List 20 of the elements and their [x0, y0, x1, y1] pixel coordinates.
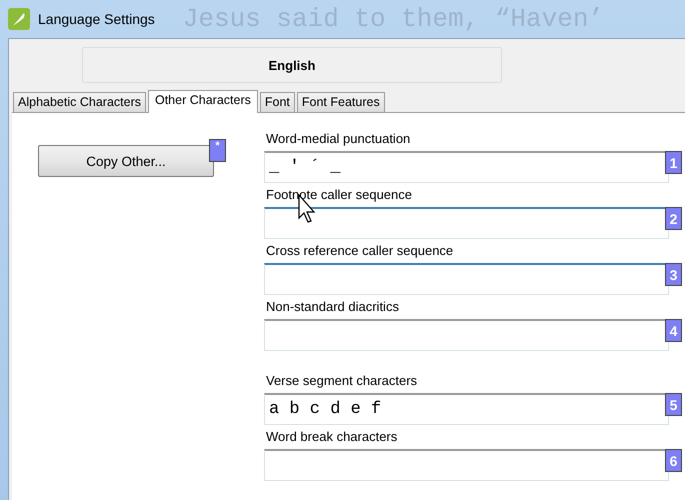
input-field[interactable]: a b c d e f	[264, 393, 669, 425]
field-label: Word break characters	[265, 429, 398, 446]
copy-other-button[interactable]: Copy Other...	[38, 145, 214, 177]
input-field[interactable]	[264, 263, 669, 295]
input-field[interactable]	[264, 207, 669, 239]
tab[interactable]: Font	[260, 92, 295, 112]
tab[interactable]: Other Characters	[148, 90, 258, 113]
tab[interactable]: Alphabetic Characters	[13, 92, 146, 112]
input-field[interactable]	[264, 449, 669, 481]
field-label: Non-standard diacritics	[265, 299, 400, 316]
language-name: English	[82, 47, 502, 83]
input-field[interactable]	[264, 319, 669, 351]
feather-icon	[8, 8, 30, 30]
window-title: Language Settings	[38, 11, 155, 27]
field-label: Word-medial punctuation	[265, 131, 412, 148]
tab[interactable]: Font Features	[296, 92, 385, 112]
field-label: Footnote caller sequence	[265, 187, 413, 204]
field-label: Cross reference caller sequence	[265, 243, 454, 260]
field-label: Verse segment characters	[265, 373, 418, 390]
input-field[interactable]: _ ' ´ _	[264, 151, 669, 183]
